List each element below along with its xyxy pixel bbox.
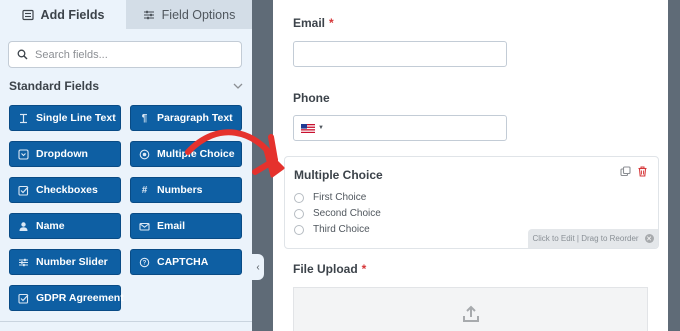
field-multiple-choice-button[interactable]: Multiple Choice bbox=[130, 141, 242, 167]
caret-down-icon[interactable]: ▼ bbox=[318, 125, 324, 131]
field-checkboxes-button[interactable]: Checkboxes bbox=[9, 177, 121, 203]
field-label: Name bbox=[36, 220, 65, 232]
us-flag-icon[interactable] bbox=[301, 123, 315, 133]
tab-field-options[interactable]: Field Options bbox=[126, 0, 252, 29]
search-box bbox=[8, 41, 242, 68]
field-label: Numbers bbox=[157, 184, 203, 196]
email-field-label: Email * bbox=[293, 16, 334, 30]
field-dropdown-button[interactable]: Dropdown bbox=[9, 141, 121, 167]
section-divider bbox=[0, 321, 252, 322]
field-label: GDPR Agreement bbox=[36, 292, 124, 304]
field-name-button[interactable]: Name bbox=[9, 213, 121, 239]
search-icon bbox=[17, 49, 28, 60]
field-label: CAPTCHA bbox=[157, 256, 209, 268]
field-label: Multiple Choice bbox=[157, 148, 235, 160]
field-captcha-button[interactable]: ? CAPTCHA bbox=[130, 249, 242, 275]
duplicate-icon[interactable] bbox=[620, 166, 631, 177]
field-panel: Add Fields Field Options Standard Fields… bbox=[0, 0, 252, 331]
field-single-line-text-button[interactable]: Single Line Text bbox=[9, 105, 121, 131]
phone-field[interactable]: ▼ bbox=[293, 115, 507, 141]
radio-button[interactable] bbox=[294, 224, 304, 235]
field-actions bbox=[620, 166, 648, 177]
phone-label-text: Phone bbox=[293, 91, 330, 105]
file-upload-field-label: File Upload * bbox=[293, 262, 366, 276]
user-icon bbox=[18, 221, 29, 232]
field-label: Single Line Text bbox=[36, 112, 116, 124]
envelope-icon bbox=[139, 221, 150, 232]
text-cursor-icon bbox=[18, 113, 29, 124]
field-numbers-button[interactable]: # Numbers bbox=[130, 177, 242, 203]
dropdown-icon bbox=[18, 148, 29, 160]
standard-fields-header[interactable]: Standard Fields bbox=[9, 78, 243, 94]
form-preview: Email * Phone ▼ Multiple Choice First Cho… bbox=[273, 0, 668, 331]
tab-field-options-label: Field Options bbox=[161, 7, 236, 22]
right-edge bbox=[668, 0, 680, 331]
choice-label: Second Choice bbox=[313, 208, 381, 219]
tab-add-fields-label: Add Fields bbox=[40, 7, 105, 22]
field-gdpr-agreement-button[interactable]: GDPR Agreement bbox=[9, 285, 124, 311]
radio-button[interactable] bbox=[294, 208, 304, 219]
close-icon[interactable]: ✕ bbox=[644, 234, 654, 243]
sliders-icon bbox=[143, 10, 154, 19]
field-email-button[interactable]: Email bbox=[130, 213, 242, 239]
panel-tabs: Add Fields Field Options bbox=[0, 0, 252, 29]
required-marker: * bbox=[361, 262, 367, 276]
collapse-panel-handle[interactable]: ‹ bbox=[252, 254, 264, 280]
svg-text:?: ? bbox=[143, 260, 147, 266]
field-number-slider-button[interactable]: Number Slider bbox=[9, 249, 121, 275]
reorder-hint-text: Click to Edit | Drag to Reorder bbox=[532, 234, 639, 243]
list-icon bbox=[21, 9, 34, 20]
required-marker: * bbox=[329, 16, 334, 30]
file-upload-dropzone[interactable] bbox=[293, 287, 648, 331]
chevron-down-icon[interactable] bbox=[233, 83, 243, 89]
slider-icon bbox=[18, 257, 29, 268]
hash-icon: # bbox=[141, 184, 148, 196]
radio-button[interactable] bbox=[294, 192, 304, 203]
upload-icon bbox=[462, 305, 479, 322]
field-label: Paragraph Text bbox=[157, 112, 233, 124]
paragraph-icon: ¶ bbox=[141, 112, 148, 124]
email-label-text: Email bbox=[293, 16, 326, 30]
trash-icon[interactable] bbox=[637, 166, 648, 177]
file-upload-label-text: File Upload bbox=[293, 262, 358, 276]
choice-option[interactable]: Third Choice bbox=[294, 224, 370, 235]
captcha-icon: ? bbox=[139, 257, 150, 268]
multiple-choice-label: Multiple Choice bbox=[294, 168, 383, 182]
panel-divider bbox=[252, 0, 273, 331]
chevron-left-icon: ‹ bbox=[256, 261, 260, 273]
phone-field-label: Phone bbox=[293, 91, 330, 105]
email-field[interactable] bbox=[293, 41, 507, 67]
field-label: Number Slider bbox=[36, 256, 108, 268]
choice-label: First Choice bbox=[313, 192, 367, 203]
field-paragraph-text-button[interactable]: ¶ Paragraph Text bbox=[130, 105, 242, 131]
gdpr-checkbox-icon bbox=[18, 293, 29, 304]
edit-reorder-hint[interactable]: Click to Edit | Drag to Reorder ✕ bbox=[528, 229, 658, 248]
tab-add-fields[interactable]: Add Fields bbox=[0, 0, 126, 29]
field-label: Dropdown bbox=[36, 148, 88, 160]
choice-option[interactable]: Second Choice bbox=[294, 208, 381, 219]
multiple-choice-field-card[interactable]: Multiple Choice First Choice Second Choi… bbox=[284, 156, 659, 249]
radio-icon bbox=[139, 149, 150, 160]
field-label: Email bbox=[157, 220, 186, 232]
choice-label: Third Choice bbox=[313, 224, 370, 235]
field-label: Checkboxes bbox=[36, 184, 98, 196]
checkbox-icon bbox=[18, 185, 29, 196]
section-title: Standard Fields bbox=[9, 79, 100, 93]
search-input[interactable] bbox=[35, 48, 225, 61]
choice-option[interactable]: First Choice bbox=[294, 192, 366, 203]
